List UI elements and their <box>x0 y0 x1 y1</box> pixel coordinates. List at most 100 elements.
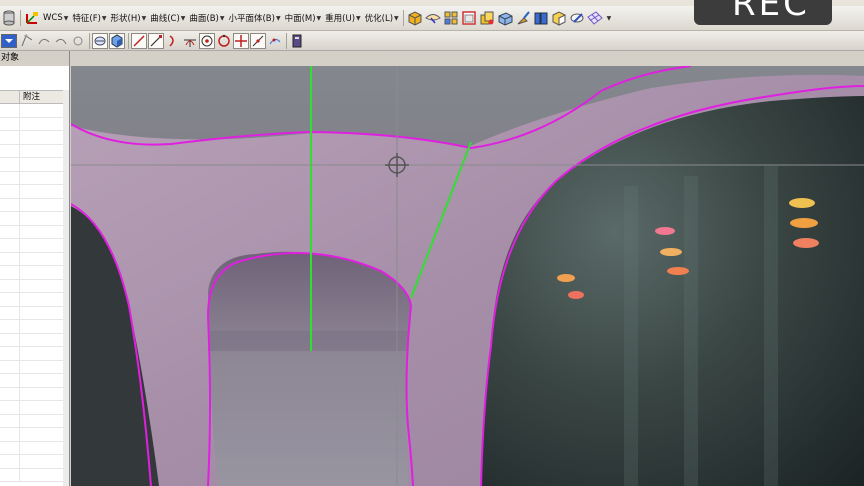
list-item[interactable] <box>0 347 69 361</box>
list-item-cell <box>0 374 20 387</box>
toolbar-separator <box>286 32 287 49</box>
list-item[interactable] <box>0 104 69 118</box>
chevron-down-icon: ▼ <box>101 14 107 22</box>
snap-tangent-icon[interactable] <box>182 33 198 49</box>
list-item[interactable] <box>0 320 69 334</box>
chevron-down-icon: ▼ <box>356 14 361 22</box>
graphics-viewport[interactable] <box>71 66 864 486</box>
list-item[interactable] <box>0 239 69 253</box>
list-item[interactable] <box>0 225 69 239</box>
menu-facet-body-label: 小平面体(B) <box>228 14 275 24</box>
recording-text: REC <box>732 0 810 24</box>
cad-canvas[interactable] <box>71 66 864 486</box>
object-list[interactable] <box>0 104 69 482</box>
book-mark-icon[interactable] <box>289 33 305 49</box>
snap-on-curve-icon[interactable] <box>250 32 266 49</box>
menu-wcs[interactable]: WCS ▼ <box>41 8 70 28</box>
list-item-cell <box>0 414 20 427</box>
list-item[interactable] <box>0 279 69 293</box>
list-item[interactable] <box>0 117 69 131</box>
menu-shape[interactable]: 形状(H) ▼ <box>109 8 149 28</box>
panel-tree-area[interactable] <box>0 66 69 90</box>
redo-curve-icon[interactable] <box>53 33 69 49</box>
list-item[interactable] <box>0 185 69 199</box>
menu-reuse[interactable]: 重用(U) ▼ <box>323 8 362 28</box>
list-item-cell <box>0 117 20 130</box>
list-item[interactable] <box>0 468 69 482</box>
list-item-cell <box>0 333 20 346</box>
brush-icon[interactable] <box>514 9 532 27</box>
list-item[interactable] <box>0 333 69 347</box>
book-icon[interactable] <box>532 9 550 27</box>
column-header-note[interactable]: 附注 <box>20 91 69 103</box>
list-item-cell <box>0 144 20 157</box>
list-item[interactable] <box>0 306 69 320</box>
list-item[interactable] <box>0 293 69 307</box>
chevron-down-icon: ▼ <box>606 14 612 22</box>
menu-midsurface[interactable]: 中面(M) ▼ <box>283 8 324 28</box>
list-item-cell <box>0 239 20 252</box>
list-item-cell <box>0 401 20 414</box>
snap-line-icon[interactable] <box>131 32 147 49</box>
list-item-cell <box>0 347 20 360</box>
sheet-body-icon[interactable] <box>424 9 442 27</box>
viewport-header-strip <box>71 51 864 66</box>
list-item-cell <box>0 428 20 441</box>
toolbar-separator <box>128 32 129 49</box>
menu-shape-label: 形状(H) <box>110 14 141 24</box>
list-item[interactable] <box>0 266 69 280</box>
bridge-opening <box>208 251 411 486</box>
eye-pipette-icon[interactable] <box>568 9 586 27</box>
wcs-icon[interactable] <box>23 9 41 27</box>
column-header-name[interactable] <box>0 91 20 103</box>
list-item-cell <box>0 158 20 171</box>
solid-box-icon[interactable] <box>496 9 514 27</box>
toolbar-overflow-dropdown[interactable]: ▼ <box>604 8 614 28</box>
list-item[interactable] <box>0 374 69 388</box>
list-item[interactable] <box>0 212 69 226</box>
list-item-cell <box>0 279 20 292</box>
list-item[interactable] <box>0 158 69 172</box>
mesh-grid-icon[interactable] <box>586 9 604 27</box>
menu-curve[interactable]: 曲线(C) ▼ <box>148 8 187 28</box>
undo-curve-icon[interactable] <box>36 33 52 49</box>
cylinder-icon[interactable] <box>0 9 18 27</box>
menu-facet-body[interactable]: 小平面体(B) ▼ <box>226 8 282 28</box>
list-item[interactable] <box>0 131 69 145</box>
menu-surface[interactable]: 曲面(B) ▼ <box>187 8 226 28</box>
menu-curve-label: 曲线(C) <box>150 14 180 24</box>
part-navigator-panel: 对象 附注 <box>0 51 70 486</box>
list-item[interactable] <box>0 171 69 185</box>
cube-open-icon[interactable] <box>550 9 568 27</box>
snap-endpoint-icon[interactable] <box>148 32 164 49</box>
list-item[interactable] <box>0 401 69 415</box>
assembly-icon[interactable] <box>478 9 496 27</box>
list-item[interactable] <box>0 144 69 158</box>
list-item[interactable] <box>0 252 69 266</box>
hide-icon[interactable] <box>70 33 86 49</box>
block-icon[interactable] <box>406 9 424 27</box>
window-icon[interactable] <box>460 9 478 27</box>
menu-optimize[interactable]: 优化(L) ▼ <box>363 8 401 28</box>
list-item[interactable] <box>0 360 69 374</box>
view-orient-icon[interactable] <box>92 32 108 49</box>
table-header: 附注 <box>0 90 69 104</box>
filter-dropdown[interactable] <box>0 33 18 49</box>
snap-center-icon[interactable] <box>199 32 215 49</box>
panel-scrollbar[interactable] <box>63 90 69 486</box>
layer-icon[interactable] <box>442 9 460 27</box>
snap-point-plus-icon[interactable] <box>233 32 249 49</box>
snap-quadrant-icon[interactable] <box>216 33 232 49</box>
menu-feature[interactable]: 特征(F) ▼ <box>70 8 108 28</box>
list-item[interactable] <box>0 387 69 401</box>
list-item-cell <box>0 212 20 225</box>
list-item[interactable] <box>0 441 69 455</box>
shaded-cube-icon[interactable] <box>109 32 125 49</box>
list-item[interactable] <box>0 414 69 428</box>
snap-point-icon[interactable] <box>19 33 35 49</box>
snap-surface-icon[interactable] <box>267 33 283 49</box>
snap-curve-icon[interactable] <box>165 33 181 49</box>
list-item[interactable] <box>0 455 69 469</box>
list-item[interactable] <box>0 198 69 212</box>
list-item[interactable] <box>0 428 69 442</box>
